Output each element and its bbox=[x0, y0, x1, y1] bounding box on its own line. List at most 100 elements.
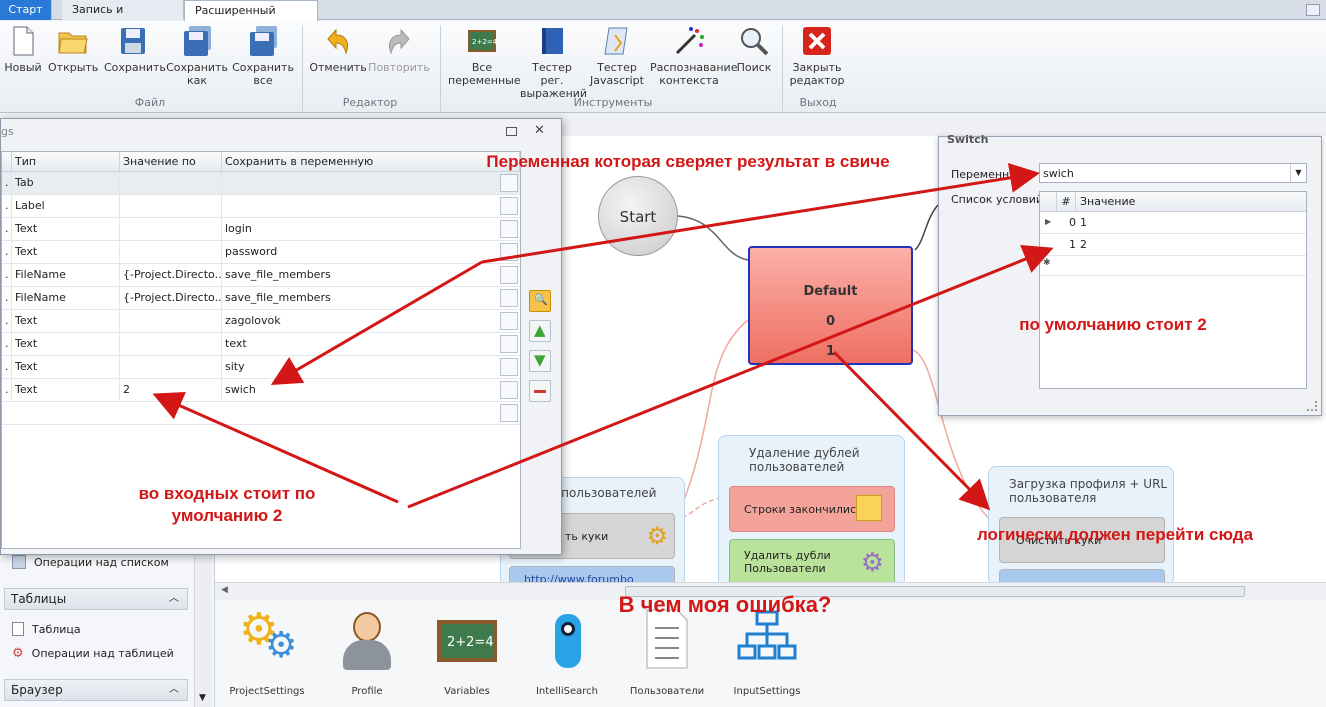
copy-icon[interactable] bbox=[500, 381, 518, 399]
users-list-tool[interactable]: Пользователи bbox=[617, 606, 717, 697]
cell-variable[interactable] bbox=[222, 195, 500, 218]
cell-default[interactable] bbox=[120, 218, 222, 241]
cell-variable[interactable]: zagolovok bbox=[222, 310, 500, 333]
copy-icon[interactable] bbox=[500, 335, 518, 353]
cell-variable[interactable]: save_file_members bbox=[222, 264, 500, 287]
cell-type[interactable]: Label bbox=[12, 195, 120, 218]
copy-icon[interactable] bbox=[500, 289, 518, 307]
condition-row[interactable]: 1 2 bbox=[1040, 234, 1306, 256]
remove-duplicates-block[interactable]: Удалить дубли Пользователи ⚙ bbox=[729, 539, 895, 585]
tab-record-debug[interactable]: Запись и отладка bbox=[62, 0, 184, 35]
js-tester-button[interactable]: Тестер Javascript bbox=[588, 25, 646, 87]
table-row[interactable]: . Label bbox=[2, 195, 520, 218]
cell-default[interactable]: 2 bbox=[120, 379, 222, 402]
column-variable-header[interactable]: Сохранить в переменную bbox=[222, 152, 520, 172]
cell-variable[interactable]: login bbox=[222, 218, 500, 241]
cell-variable[interactable]: save_file_members bbox=[222, 287, 500, 310]
column-type-header[interactable]: Тип bbox=[12, 152, 120, 172]
resize-grip-icon[interactable] bbox=[1307, 401, 1317, 411]
cell-type[interactable]: FileName bbox=[12, 287, 120, 310]
save-button[interactable]: Сохранить bbox=[104, 25, 166, 74]
cell-type[interactable]: Text bbox=[12, 310, 120, 333]
lines-ended-block[interactable]: Строки закончились bbox=[729, 486, 895, 532]
copy-icon[interactable] bbox=[500, 266, 518, 284]
copy-icon[interactable] bbox=[500, 220, 518, 238]
cell-variable[interactable]: swich bbox=[222, 379, 500, 402]
variables-tool[interactable]: 2+2=4 Variables bbox=[417, 606, 517, 697]
tables-section-header[interactable]: Таблицы ︿ bbox=[4, 588, 188, 610]
cell-default[interactable] bbox=[120, 172, 222, 195]
cell-default[interactable] bbox=[120, 333, 222, 356]
profile-tool[interactable]: Profile bbox=[317, 606, 417, 697]
condition-row[interactable]: ▶ 0 1 bbox=[1040, 212, 1306, 234]
cell-default[interactable] bbox=[120, 241, 222, 264]
cell-variable[interactable] bbox=[222, 172, 500, 195]
copy-icon[interactable] bbox=[500, 174, 518, 192]
side-panel-scrollbar[interactable]: ▼ bbox=[194, 545, 212, 707]
search-button[interactable]: Поиск bbox=[734, 25, 774, 74]
scroll-down-icon[interactable]: ▼ bbox=[199, 693, 206, 703]
input-settings-tool[interactable]: InputSettings bbox=[717, 606, 817, 697]
table-row[interactable]: . Text password bbox=[2, 241, 520, 264]
chevron-down-icon[interactable]: ▼ bbox=[1290, 164, 1306, 182]
table-item[interactable]: Таблица bbox=[12, 622, 81, 636]
copy-icon[interactable] bbox=[500, 197, 518, 215]
table-operations-item[interactable]: ⚙ Операции над таблицей bbox=[12, 646, 174, 661]
cell-type[interactable]: Text bbox=[12, 241, 120, 264]
tab-start[interactable]: Старт bbox=[0, 0, 52, 20]
copy-icon[interactable] bbox=[500, 358, 518, 376]
save-as-button[interactable]: Сохранить как bbox=[166, 25, 228, 87]
table-row[interactable]: . Tab bbox=[2, 172, 520, 195]
variable-select[interactable]: swich ▼ bbox=[1039, 163, 1307, 183]
close-icon[interactable]: ✕ bbox=[534, 123, 545, 138]
window-restore-icon[interactable] bbox=[506, 127, 517, 136]
switch-node[interactable]: Default 0 1 bbox=[748, 246, 913, 365]
delete-row-button[interactable] bbox=[529, 380, 551, 402]
cell-type[interactable]: FileName bbox=[12, 264, 120, 287]
group-remove-duplicates[interactable]: Удаление дублей пользователей Строки зак… bbox=[718, 435, 905, 587]
save-all-button[interactable]: Сохранить все bbox=[232, 25, 294, 87]
cell-default[interactable]: {-Project.Directo... bbox=[120, 287, 222, 310]
close-editor-button[interactable]: Закрыть редактор bbox=[788, 25, 846, 87]
table-row[interactable]: . Text 2 swich bbox=[2, 379, 520, 402]
tab-advanced-editor[interactable]: Расширенный редактор bbox=[184, 0, 318, 36]
all-variables-button[interactable]: 2+2=4 Все переменные bbox=[448, 25, 521, 87]
cell-variable[interactable]: sity bbox=[222, 356, 500, 379]
cell-type[interactable]: Tab bbox=[12, 172, 120, 195]
regex-tester-button[interactable]: Тестер рег. выражений bbox=[520, 25, 587, 100]
table-row[interactable]: . Text sity bbox=[2, 356, 520, 379]
table-row[interactable]: . FileName {-Project.Directo... save_file_m… bbox=[2, 287, 520, 310]
new-button[interactable]: Новый bbox=[4, 25, 42, 74]
cell-default[interactable] bbox=[120, 310, 222, 333]
edit-row-button[interactable]: 🔍 bbox=[529, 290, 551, 312]
move-down-button[interactable]: ▼ bbox=[529, 350, 551, 372]
copy-icon[interactable] bbox=[500, 404, 518, 422]
conditions-table[interactable]: # Значение ▶ 0 1 1 2 ✱ bbox=[1039, 191, 1307, 389]
intellisearch-tool[interactable]: IntelliSearch bbox=[517, 606, 617, 697]
cell-type[interactable]: Text bbox=[12, 333, 120, 356]
start-node[interactable]: Start bbox=[598, 176, 678, 256]
cell-default[interactable] bbox=[120, 195, 222, 218]
table-new-row[interactable] bbox=[2, 402, 520, 425]
cell-type[interactable]: Text bbox=[12, 356, 120, 379]
cell-variable[interactable]: text bbox=[222, 333, 500, 356]
context-recognition-button[interactable]: Распознавание контекста bbox=[650, 25, 737, 87]
browser-section-header[interactable]: Браузер ︿ bbox=[4, 679, 188, 701]
cell-default[interactable]: {-Project.Directo... bbox=[120, 264, 222, 287]
cell-default[interactable] bbox=[120, 356, 222, 379]
copy-icon[interactable] bbox=[500, 243, 518, 261]
open-button[interactable]: Открыть bbox=[48, 25, 98, 74]
scroll-left-icon[interactable]: ◀ bbox=[221, 585, 228, 595]
cell-variable[interactable]: password bbox=[222, 241, 500, 264]
project-settings-tool[interactable]: ⚙ ⚙ ProjectSettings bbox=[217, 606, 317, 698]
table-row[interactable]: . Text login bbox=[2, 218, 520, 241]
cell-type[interactable]: Text bbox=[12, 379, 120, 402]
column-default-header[interactable]: Значение по ум... bbox=[120, 152, 222, 187]
copy-icon[interactable] bbox=[500, 312, 518, 330]
move-up-button[interactable]: ▲ bbox=[529, 320, 551, 342]
ribbon-collapse-icon[interactable] bbox=[1306, 4, 1320, 16]
redo-button[interactable]: Повторить bbox=[368, 25, 430, 74]
undo-button[interactable]: Отменить bbox=[308, 25, 368, 74]
condition-new-row[interactable]: ✱ bbox=[1040, 256, 1306, 276]
list-operations-item[interactable]: Операции над списком bbox=[12, 555, 169, 569]
